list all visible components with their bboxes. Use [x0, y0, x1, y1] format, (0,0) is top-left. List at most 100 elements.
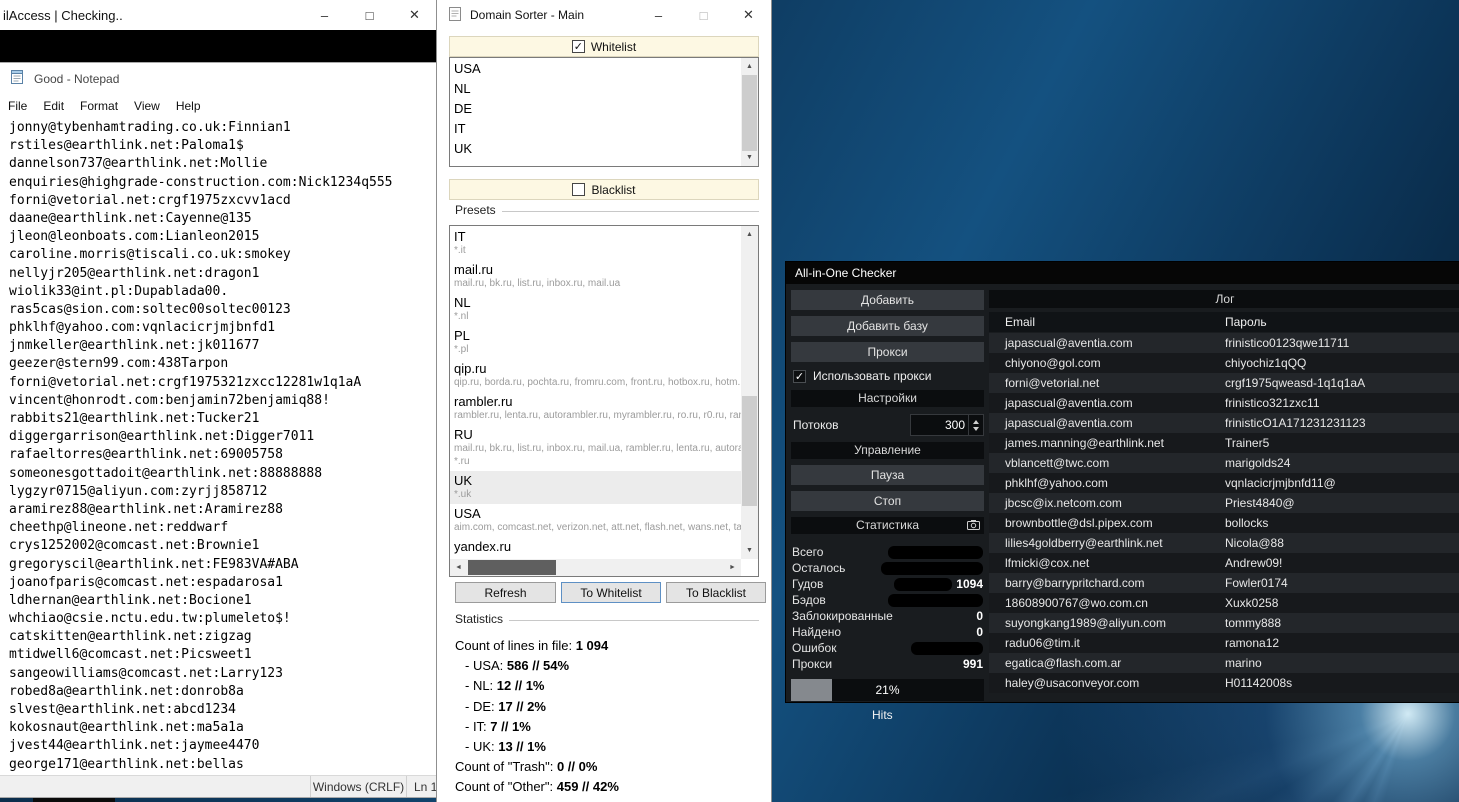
use-proxy-row[interactable]: Использовать прокси [791, 368, 984, 384]
log-password-cell: marino [1225, 656, 1459, 670]
scroll-left-icon[interactable] [450, 559, 467, 576]
presets-listbox[interactable]: IT*.itmail.rumail.ru, bk.ru, list.ru, in… [449, 225, 759, 577]
menu-format[interactable]: Format [72, 99, 126, 113]
whitelist-listbox[interactable]: USANLDEITUK [449, 57, 759, 167]
preset-domains: *.it [454, 244, 741, 257]
to-whitelist-button[interactable]: To Whitelist [561, 582, 661, 603]
log-row[interactable]: vblancett@twc.commarigolds24 [989, 453, 1459, 473]
domain-sorter-titlebar[interactable]: Domain Sorter - Main – □ ✕ [437, 0, 771, 30]
threads-value[interactable]: 300 [911, 415, 968, 435]
log-row[interactable]: 18608900767@wo.com.cnXuxk0258 [989, 593, 1459, 613]
refresh-button[interactable]: Refresh [455, 582, 556, 603]
preset-item[interactable]: PL*.pl [450, 326, 741, 359]
minimize-icon[interactable]: – [302, 0, 347, 30]
whitelist-item[interactable]: NL [450, 79, 741, 99]
ilaccess-window-controls: – □ ✕ [302, 0, 437, 30]
log-email-cell: chiyono@gol.com [989, 356, 1225, 370]
checker-stat-label: Ошибок [792, 641, 836, 655]
threads-spinner[interactable]: 300 [910, 414, 984, 436]
log-row[interactable]: barry@barrypritchard.comFowler0174 [989, 573, 1459, 593]
preset-item[interactable]: UK*.uk [450, 471, 741, 504]
add-button[interactable]: Добавить [791, 290, 984, 310]
notepad-text[interactable]: jonny@tybenhamtrading.co.uk:Finnian1rsti… [0, 116, 437, 775]
statistics-line-value: 586 // 54% [507, 658, 569, 673]
preset-item[interactable]: NL*.nl [450, 293, 741, 326]
preset-item[interactable]: yandex.ru [450, 537, 741, 557]
scrollbar-thumb[interactable] [742, 75, 757, 151]
scroll-down-icon[interactable] [741, 149, 758, 166]
checker-stats: ВсегоОсталосьГудов1094БэдовЗаблокированн… [791, 544, 984, 672]
whitelist-scrollbar[interactable] [741, 58, 758, 166]
menu-file[interactable]: File [0, 99, 35, 113]
log-row[interactable]: lilies4goldberry@earthlink.netNicola@88 [989, 533, 1459, 553]
preset-item[interactable]: IT*.it [450, 227, 741, 260]
to-blacklist-button[interactable]: To Blacklist [666, 582, 766, 603]
log-row[interactable]: chiyono@gol.comchiyochiz1qQQ [989, 353, 1459, 373]
whitelist-item[interactable]: USA [450, 59, 741, 79]
log-row[interactable]: egatica@flash.com.armarino [989, 653, 1459, 673]
spinner-arrows-icon[interactable] [968, 415, 983, 435]
log-row[interactable]: haley@usaconveyor.comH01142008s [989, 673, 1459, 693]
menu-view[interactable]: View [126, 99, 168, 113]
log-row[interactable]: radu06@tim.itramona12 [989, 633, 1459, 653]
whitelist-item[interactable]: IT [450, 119, 741, 139]
hscrollbar-thumb[interactable] [468, 560, 556, 575]
screen: ilAccess | Checking.. – □ ✕ | Walmart or… [0, 0, 1459, 802]
presets-vscrollbar[interactable] [741, 226, 758, 559]
notepad-line: sangeowilliams@comcast.net:Larry123 [9, 665, 437, 683]
notepad-line: cheethp@lineone.net:reddwarf [9, 519, 437, 537]
log-row[interactable]: lfmicki@cox.netAndrew09! [989, 553, 1459, 573]
log-email-cell: jbcsc@ix.netcom.com [989, 496, 1225, 510]
preset-item[interactable]: RUmail.ru, bk.ru, list.ru, inbox.ru, mai… [450, 425, 741, 471]
preset-item[interactable]: mail.rumail.ru, bk.ru, list.ru, inbox.ru… [450, 260, 741, 293]
log-row[interactable]: suyongkang1989@aliyun.comtommy888 [989, 613, 1459, 633]
preset-domains: aim.com, comcast.net, verizon.net, att.n… [454, 521, 741, 534]
checker-titlebar[interactable]: All-in-One Checker [786, 262, 1459, 284]
close-icon[interactable]: ✕ [726, 0, 771, 30]
log-row[interactable]: japascual@aventia.comfrinisticO1A1712312… [989, 413, 1459, 433]
log-email-cell: lilies4goldberry@earthlink.net [989, 536, 1225, 550]
preset-item[interactable]: qip.ruqip.ru, borda.ru, pochta.ru, fromr… [450, 359, 741, 392]
ilaccess-titlebar[interactable]: ilAccess | Checking.. – □ ✕ [0, 0, 437, 30]
whitelist-item[interactable]: DE [450, 99, 741, 119]
notepad-titlebar[interactable]: Good - Notepad [0, 63, 437, 95]
log-row[interactable]: brownbottle@dsl.pipex.combollocks [989, 513, 1459, 533]
statistics-label-text: Statistics [455, 612, 503, 626]
statistics-line-label: Count of "Other": [455, 779, 557, 794]
log-row[interactable]: james.manning@earthlink.netTrainer5 [989, 433, 1459, 453]
presets-hscrollbar[interactable] [450, 559, 741, 576]
notepad-line: rstiles@earthlink.net:Paloma1$ [9, 137, 437, 155]
log-row[interactable]: forni@vetorial.netcrgf1975qweasd-1q1q1aA [989, 373, 1459, 393]
log-row[interactable]: jbcsc@ix.netcom.comPriest4840@ [989, 493, 1459, 513]
minimize-icon[interactable]: – [636, 0, 681, 30]
statistics-line: - UK: 13 // 1% [455, 737, 619, 757]
stop-button[interactable]: Стоп [791, 491, 984, 511]
maximize-icon[interactable]: □ [347, 0, 392, 30]
progress-text: 21% [791, 679, 984, 701]
log-password-cell: marigolds24 [1225, 456, 1459, 470]
whitelist-checkbox[interactable] [572, 40, 585, 53]
maximize-icon[interactable]: □ [681, 0, 726, 30]
menu-help[interactable]: Help [168, 99, 209, 113]
scroll-right-icon[interactable] [724, 559, 741, 576]
hits-label: Hits [872, 708, 893, 722]
pause-button[interactable]: Пауза [791, 465, 984, 485]
camera-icon[interactable] [967, 520, 980, 530]
notepad-line: mtidwell6@comcast.net:Picsweet1 [9, 646, 437, 664]
scroll-up-icon[interactable] [741, 58, 758, 75]
add-base-button[interactable]: Добавить базу [791, 316, 984, 336]
scroll-up-icon[interactable] [741, 226, 758, 243]
preset-item[interactable]: rambler.rurambler.ru, lenta.ru, autoramb… [450, 392, 741, 425]
whitelist-item[interactable]: UK [450, 139, 741, 159]
proxy-button[interactable]: Прокси [791, 342, 984, 362]
use-proxy-checkbox[interactable] [793, 370, 806, 383]
log-row[interactable]: phklhf@yahoo.comvqnlacicrjmjbnfd11@ [989, 473, 1459, 493]
scrollbar-thumb[interactable] [742, 396, 757, 506]
close-icon[interactable]: ✕ [392, 0, 437, 30]
menu-edit[interactable]: Edit [35, 99, 72, 113]
blacklist-checkbox[interactable] [572, 183, 585, 196]
preset-item[interactable]: USAaim.com, comcast.net, verizon.net, at… [450, 504, 741, 537]
scroll-down-icon[interactable] [741, 542, 758, 559]
log-row[interactable]: japascual@aventia.comfrinistico321zxc11 [989, 393, 1459, 413]
log-row[interactable]: japascual@aventia.comfrinistico0123qwe11… [989, 333, 1459, 353]
